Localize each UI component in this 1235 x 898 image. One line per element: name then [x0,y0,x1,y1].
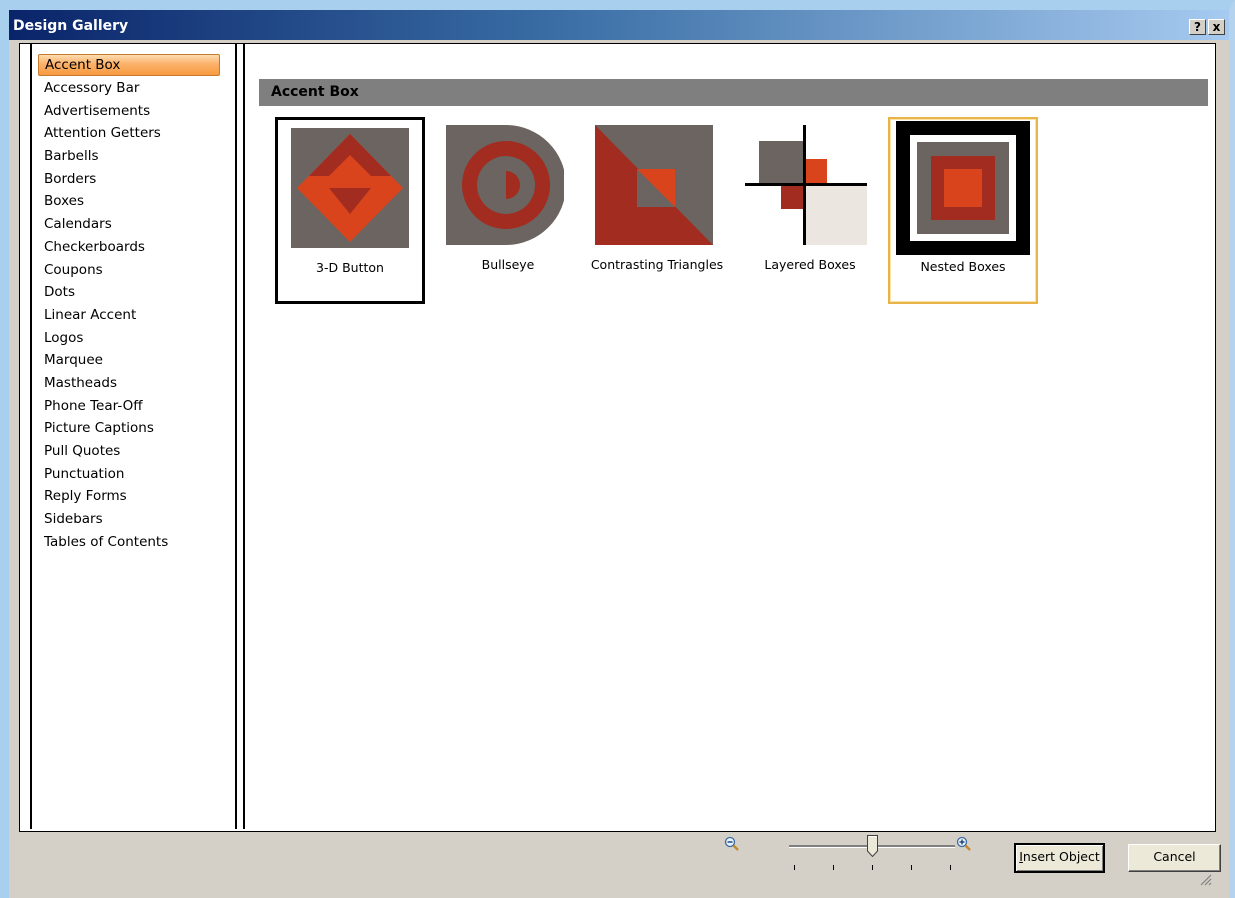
zoom-tick [833,865,834,870]
design-label: Nested Boxes [920,259,1006,274]
category-item[interactable]: Phone Tear-Off [38,395,220,418]
window-title: Design Gallery [13,18,129,34]
three-d-button-icon [291,128,409,248]
resize-grip-icon[interactable] [1198,872,1212,886]
category-item[interactable]: Accessory Bar [38,77,220,100]
category-item[interactable]: Barbells [38,145,220,168]
category-item[interactable]: Picture Captions [38,417,220,440]
category-item[interactable]: Coupons [38,259,220,282]
category-item[interactable]: Pull Quotes [38,440,220,463]
zoom-tick [911,865,912,870]
category-item[interactable]: Mastheads [38,372,220,395]
category-item[interactable]: Calendars [38,213,220,236]
cancel-button[interactable]: Cancel [1128,844,1221,872]
design-tile-bullseye[interactable]: Bullseye [433,117,583,304]
caption-buttons: ? x [1189,19,1225,35]
category-item[interactable]: Checkerboards [38,236,220,259]
category-item[interactable]: Tables of Contents [38,531,220,554]
zoom-tick [950,865,951,870]
zoom-ticks [789,865,955,871]
category-item[interactable]: Attention Getters [38,122,220,145]
category-item[interactable]: Boxes [38,190,220,213]
insert-object-button[interactable]: Insert Object [1015,844,1104,872]
category-item[interactable]: Marquee [38,349,220,372]
category-item[interactable]: Dots [38,281,220,304]
category-item[interactable]: Logos [38,327,220,350]
design-tile-contrasting-triangles[interactable]: Contrasting Triangles [582,117,732,304]
design-tile-nested-boxes[interactable]: Nested Boxes [888,117,1038,304]
design-tile-3d-button[interactable]: 3-D Button [275,117,425,304]
category-item[interactable]: Sidebars [38,508,220,531]
nested-boxes-icon [896,121,1030,255]
design-label: Bullseye [481,257,535,272]
zoom-out-icon[interactable] [724,836,740,852]
category-item[interactable]: Accent Box [38,54,220,76]
category-item[interactable]: Reply Forms [38,485,220,508]
design-tile-layered-boxes[interactable]: Layered Boxes [735,117,885,304]
design-preview-pane: Accent Box 3-D Button Bullseye Contrasti… [247,44,1215,829]
title-bar[interactable]: Design Gallery ? x [9,10,1229,40]
design-label: Contrasting Triangles [590,257,724,272]
category-items: Accent Box Accessory Bar Advertisements Att… [32,44,235,553]
layered-boxes-icon [745,125,867,245]
contrasting-triangles-icon [595,125,713,245]
category-item[interactable]: Advertisements [38,100,220,123]
category-list[interactable]: Accent Box Accessory Bar Advertisements Att… [30,44,237,829]
zoom-slider-thumb[interactable] [867,835,878,857]
category-item[interactable]: Linear Accent [38,304,220,327]
gallery-client-area: Accent Box Accessory Bar Advertisements Att… [19,43,1216,832]
zoom-tick [794,865,795,870]
section-header: Accent Box [259,79,1208,106]
design-label: 3-D Button [316,260,384,275]
pane-divider[interactable] [243,44,245,829]
design-label: Layered Boxes [764,257,856,272]
insert-label-rest: nsert Object [1022,849,1100,864]
category-item[interactable]: Punctuation [38,463,220,486]
help-button[interactable]: ? [1189,19,1206,35]
bottom-bar: Insert Object Cancel [19,832,1221,888]
zoom-tick [872,865,873,870]
category-item[interactable]: Borders [38,168,220,191]
close-button[interactable]: x [1208,19,1225,35]
zoom-in-icon[interactable] [956,836,972,852]
bullseye-icon [446,125,564,245]
